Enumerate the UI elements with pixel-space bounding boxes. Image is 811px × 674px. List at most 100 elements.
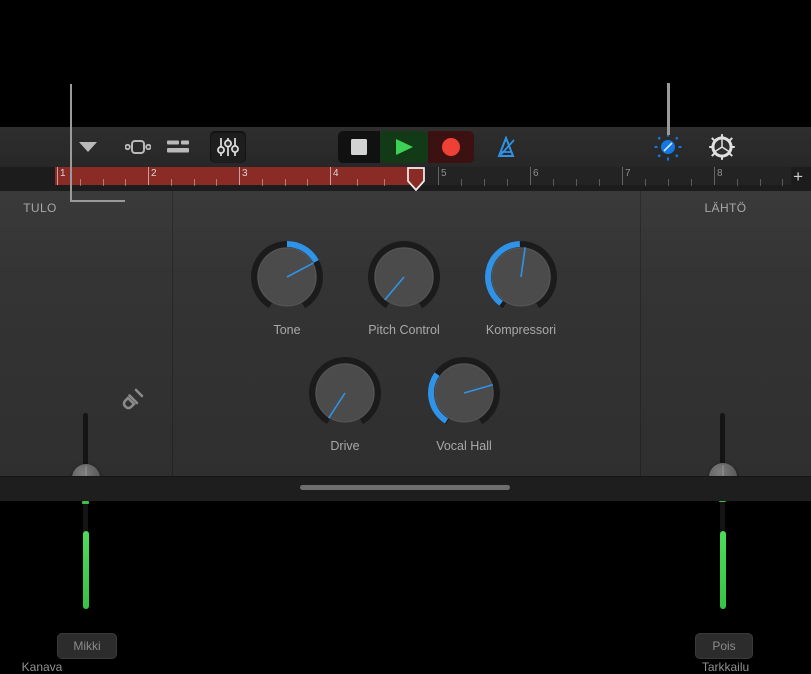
ruler-bar-line xyxy=(622,167,623,185)
knob-drive[interactable] xyxy=(301,349,389,437)
track-view-button[interactable] xyxy=(158,131,198,163)
mixer-faders-icon xyxy=(217,138,239,156)
metronome-button[interactable] xyxy=(486,131,526,163)
output-caption: Tarkkailu xyxy=(701,660,750,674)
input-plug-icon[interactable] xyxy=(120,386,146,412)
add-section-button[interactable]: + xyxy=(793,168,803,185)
play-icon xyxy=(396,139,413,155)
ruler-bar-line xyxy=(239,167,240,185)
ruler-bar-number: 7 xyxy=(625,168,631,179)
loop-browser-button[interactable] xyxy=(118,131,158,163)
ruler-bar-number: 8 xyxy=(717,168,723,179)
input-channel-strip: TULO Mikki Kanava xyxy=(0,191,172,674)
ruler-beat-tick xyxy=(80,179,81,186)
ruler-bar-number: 4 xyxy=(333,168,339,179)
ruler-bar-line xyxy=(714,167,715,185)
ruler-beat-tick xyxy=(384,179,385,186)
input-title: TULO xyxy=(23,201,57,215)
knob-dial xyxy=(485,241,557,309)
settings-button[interactable] xyxy=(702,131,742,163)
knob-dial xyxy=(368,241,440,309)
knob-pitch-control[interactable] xyxy=(360,233,448,321)
ruler-empty-region xyxy=(420,167,791,185)
knob-label: Drive xyxy=(330,439,360,453)
mixer-panel: TULO Mikki Kanava LÄHTÖ Pois Tarkkailu T… xyxy=(0,191,811,674)
knob-label: Tone xyxy=(273,323,301,337)
ruler-beat-tick xyxy=(668,179,669,186)
output-title: LÄHTÖ xyxy=(704,201,747,215)
tuner-button[interactable] xyxy=(648,131,688,163)
annotation-line-input-horizontal xyxy=(70,200,125,202)
record-button[interactable] xyxy=(428,131,474,163)
gear-icon xyxy=(709,134,735,160)
input-level-meter xyxy=(83,531,89,609)
output-channel-strip: LÄHTÖ Pois Tarkkailu xyxy=(640,191,811,674)
ruler-beat-tick xyxy=(285,179,286,186)
ruler-beat-tick xyxy=(553,179,554,186)
monitor-toggle-button[interactable]: Pois xyxy=(695,633,753,659)
ruler-beat-tick xyxy=(576,179,577,186)
knob-dial xyxy=(251,241,323,309)
stop-button[interactable] xyxy=(338,131,380,163)
knob-label: Vocal Hall xyxy=(436,439,492,453)
timeline-ruler[interactable]: 1 2 3 4 5 6 7 8 + xyxy=(0,167,811,192)
ruler-beat-tick xyxy=(484,179,485,186)
ruler-beat-tick xyxy=(760,179,761,186)
annotation-line-input-vertical xyxy=(70,84,72,202)
track-list-icon xyxy=(167,140,189,153)
knob-dial xyxy=(309,357,381,425)
ruler-beat-tick xyxy=(216,179,217,186)
playhead[interactable] xyxy=(406,167,426,192)
ruler-bar-line xyxy=(530,167,531,185)
ruler-bar-number: 6 xyxy=(533,168,539,179)
ruler-beat-tick xyxy=(194,179,195,186)
top-black-band xyxy=(0,0,811,127)
input-caption: Kanava xyxy=(21,660,63,674)
loop-browser-icon xyxy=(125,140,151,154)
ruler-beat-tick xyxy=(691,179,692,186)
ruler-beat-tick xyxy=(103,179,104,186)
knob-label: Kompressori xyxy=(485,323,557,337)
ruler-beat-tick xyxy=(507,179,508,186)
input-source-button[interactable]: Mikki xyxy=(57,633,117,659)
home-indicator[interactable] xyxy=(300,485,510,490)
nav-chevron-button[interactable] xyxy=(68,131,108,163)
ruler-bar-line xyxy=(438,167,439,185)
ruler-bar-number: 2 xyxy=(151,168,157,179)
ruler-beat-tick xyxy=(737,179,738,186)
ruler-beat-tick xyxy=(599,179,600,186)
ruler-beat-tick xyxy=(307,179,308,186)
play-button[interactable] xyxy=(380,131,428,163)
ruler-beat-tick xyxy=(171,179,172,186)
chevron-down-icon xyxy=(79,142,97,152)
input-meter-peak-tick xyxy=(82,501,89,504)
annotation-line-tuner xyxy=(667,83,670,135)
knob-dial xyxy=(428,357,500,425)
ruler-bar-line xyxy=(148,167,149,185)
ruler-bar-number: 1 xyxy=(60,168,66,179)
ruler-beat-tick xyxy=(262,179,263,186)
ruler-beat-tick xyxy=(645,179,646,186)
ruler-recorded-region xyxy=(55,167,420,185)
knob-label: Pitch Control xyxy=(368,323,440,337)
record-icon xyxy=(442,138,460,156)
knob-vocal-hall[interactable] xyxy=(420,349,508,437)
stop-icon xyxy=(351,139,367,155)
output-level-meter xyxy=(720,531,726,609)
app-window: 1 2 3 4 5 6 7 8 + TULO Mikki Kanava LÄHTÖ Pois … xyxy=(0,0,811,674)
ruler-bar-line xyxy=(57,167,58,185)
ruler-bar-number: 3 xyxy=(242,168,248,179)
main-toolbar xyxy=(0,127,811,168)
ruler-beat-tick xyxy=(125,179,126,186)
mixer-button[interactable] xyxy=(210,131,246,163)
ruler-bar-line xyxy=(330,167,331,185)
ruler-beat-tick xyxy=(782,179,783,186)
tuner-knob-icon xyxy=(654,133,682,161)
ruler-bar-number: 5 xyxy=(441,168,447,179)
ruler-beat-tick xyxy=(357,179,358,186)
knob-tone[interactable] xyxy=(243,233,331,321)
knob-kompressori[interactable] xyxy=(477,233,565,321)
bottom-bar xyxy=(0,476,811,501)
ruler-beat-tick xyxy=(461,179,462,186)
metronome-icon xyxy=(497,136,515,157)
